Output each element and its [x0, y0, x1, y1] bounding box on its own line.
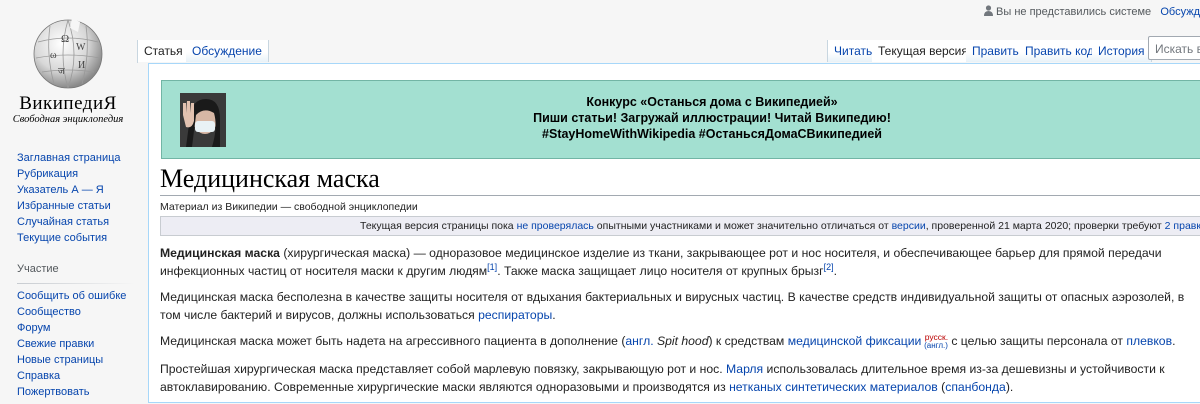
- paragraph-text: Медицинская маска может быть надета на а…: [160, 334, 626, 348]
- logo-wordmark: ВикипедиЯ: [19, 93, 117, 114]
- svg-text:ज: ज: [58, 66, 65, 76]
- medical-restraint-link[interactable]: медицинской фиксации: [788, 334, 922, 348]
- svg-text:Ω: Ω: [61, 33, 69, 45]
- tab-edit-source-label: Править код: [1025, 44, 1094, 58]
- paragraph-text: ) к средствам: [708, 334, 788, 348]
- banner-line-2: Пиши статьи! Загружай иллюстрации! Читай…: [533, 111, 891, 125]
- review-version-link[interactable]: версии: [892, 220, 926, 232]
- sidebar-item-help[interactable]: Справка: [17, 368, 147, 384]
- contest-banner[interactable]: Конкурс «Останься дома с Википедией» Пиш…: [161, 80, 1200, 159]
- logo-tagline: Свободная энциклопедия: [12, 114, 124, 125]
- foreign-term: Spit hood: [656, 334, 709, 348]
- sidebar-item-random[interactable]: Случайная статья: [17, 214, 147, 230]
- banner-line-3: #StayHomeWithWikipedia #ОстаньсяДомаСВик…: [542, 127, 882, 141]
- paragraph-text: .: [1172, 334, 1176, 348]
- article-body: Медицинская маска (хирургическая маска) …: [160, 244, 1200, 404]
- tab-history-label: История: [1098, 44, 1145, 58]
- content-area: Конкурс «Останься дома с Википедией» Пиш…: [148, 63, 1200, 403]
- sidebar-heading-participation: Участие: [17, 263, 59, 275]
- svg-text:И: И: [78, 60, 85, 71]
- title-underline: [160, 195, 1200, 196]
- spitting-link[interactable]: плевков: [1126, 334, 1172, 348]
- svg-text:W: W: [76, 42, 86, 53]
- paragraph-text: Медицинская маска бесполезна в качестве …: [160, 290, 1185, 322]
- review-text: , проверенной 21 марта 2020; проверки тр…: [925, 220, 1165, 232]
- svg-text:ω: ω: [50, 50, 57, 61]
- tab-edit-source[interactable]: Править код: [1019, 40, 1101, 62]
- sidebar-item-featured[interactable]: Избранные статьи: [17, 198, 147, 214]
- tab-talk-label: Обсуждение: [192, 44, 262, 58]
- sidebar-item-report-error[interactable]: Сообщить об ошибке: [17, 288, 147, 304]
- sidebar-item-new-pages[interactable]: Новые страницы: [17, 352, 147, 368]
- review-notice: Текущая версия страницы пока не проверял…: [160, 216, 1200, 236]
- sidebar-item-current-events[interactable]: Текущие события: [17, 230, 147, 246]
- english-lang-link[interactable]: англ.: [625, 334, 653, 348]
- reference-link[interactable]: [2]: [824, 262, 834, 272]
- review-text: Текущая версия страницы пока: [360, 220, 517, 232]
- sidebar-item-forum[interactable]: Форум: [17, 320, 147, 336]
- wikipedia-logo[interactable]: Ω W ω И ज ВикипедиЯ Свободная энциклопед…: [0, 0, 136, 140]
- not-logged-in-text: Вы не представились системе: [996, 6, 1152, 18]
- review-pending-edits-link[interactable]: 2 правки: [1165, 220, 1200, 232]
- tab-current-version-label: Текущая версия: [878, 44, 968, 58]
- spunbond-link[interactable]: спанбонда: [945, 380, 1006, 394]
- tab-read-label: Читать: [834, 44, 873, 58]
- user-talk-link[interactable]: Обсужд: [1160, 6, 1200, 18]
- personal-tools: Вы не представились системе Обсужд: [984, 5, 1200, 19]
- paragraph-text: .: [552, 308, 556, 322]
- paragraph-text: . Также маска защищает лицо носителя от …: [497, 264, 824, 278]
- user-icon: [984, 5, 994, 19]
- tab-article-label: Статья: [144, 44, 183, 58]
- sidebar: Заглавная страница Рубрикация Указатель …: [17, 150, 147, 400]
- paragraph-text: .: [833, 264, 837, 278]
- paragraph: Медицинская маска может быть надета на а…: [160, 332, 1200, 352]
- paragraph: Медицинская маска бесполезна в качестве …: [160, 288, 1200, 324]
- tab-current-version[interactable]: Текущая версия: [872, 40, 975, 62]
- review-unchecked-link[interactable]: не проверялась: [517, 220, 594, 232]
- gauze-link[interactable]: Марля: [726, 362, 763, 376]
- site-subtitle: Материал из Википедии — свободной энцикл…: [160, 201, 418, 213]
- respirators-link[interactable]: респираторы: [478, 308, 552, 322]
- sidebar-item-categories[interactable]: Рубрикация: [17, 166, 147, 182]
- paragraph: Медицинская маска (хирургическая маска) …: [160, 244, 1200, 280]
- term-bold: Медицинская маска: [160, 246, 280, 260]
- paragraph-text: Простейшая хирургическая маска представл…: [160, 362, 726, 376]
- sidebar-divider: [17, 283, 135, 284]
- search-input[interactable]: Искать в: [1148, 36, 1200, 60]
- english-article-link[interactable]: (англ.): [924, 341, 948, 350]
- paragraph-text: с целью защиты персонала от: [947, 334, 1127, 348]
- paragraph: Простейшая хирургическая маска представл…: [160, 360, 1200, 396]
- banner-text: Конкурс «Останься дома с Википедией» Пиш…: [162, 94, 1200, 142]
- tab-article[interactable]: Статья: [138, 40, 190, 62]
- reference-link[interactable]: [1]: [487, 262, 497, 272]
- tab-edit[interactable]: Править: [966, 40, 1026, 62]
- interwiki-note: русск.(англ.): [924, 332, 948, 350]
- sidebar-item-community[interactable]: Сообщество: [17, 304, 147, 320]
- page-title: Медицинская маска: [160, 164, 380, 193]
- sidebar-item-index[interactable]: Указатель А — Я: [17, 182, 147, 198]
- tab-talk[interactable]: Обсуждение: [186, 40, 269, 62]
- nonwoven-link[interactable]: нетканых синтетических материалов: [729, 380, 938, 394]
- sidebar-item-donate[interactable]: Пожертвовать: [17, 384, 147, 400]
- tab-edit-label: Править: [972, 44, 1019, 58]
- sidebar-item-main-page[interactable]: Заглавная страница: [17, 150, 147, 166]
- banner-line-1: Конкурс «Останься дома с Википедией»: [586, 95, 838, 109]
- paragraph-text: ).: [1005, 380, 1014, 394]
- review-text: опытными участниками и может значительно…: [593, 220, 892, 232]
- puzzle-globe-icon: Ω W ω И ज: [33, 18, 103, 89]
- sidebar-item-recent-changes[interactable]: Свежие правки: [17, 336, 147, 352]
- tab-history[interactable]: История: [1092, 40, 1152, 62]
